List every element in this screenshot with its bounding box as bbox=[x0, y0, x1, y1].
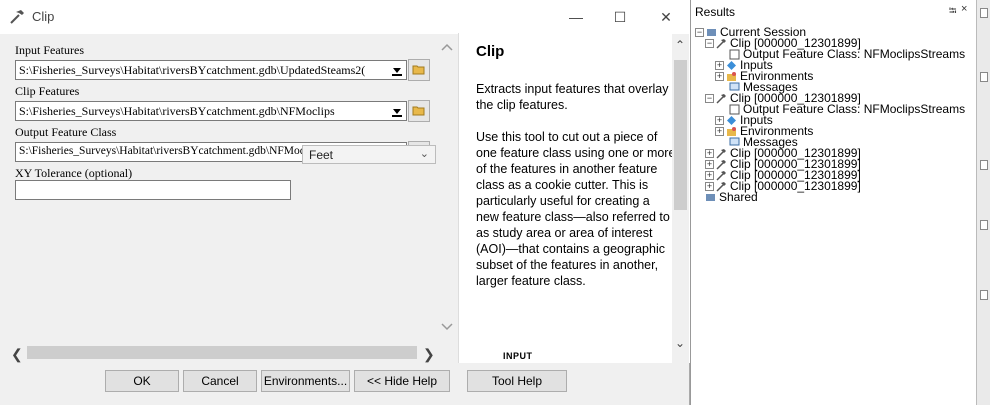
inputs-diamond-icon bbox=[727, 115, 736, 125]
xy-tolerance-input[interactable] bbox=[15, 180, 291, 200]
input-features-value: S:\Fisheries_Surveys\Habitat\riversBYcat… bbox=[19, 63, 366, 77]
clip-features-field[interactable]: S:\Fisheries_Surveys\Habitat\riversBYcat… bbox=[15, 101, 407, 121]
expand-icon[interactable]: + bbox=[715, 71, 724, 81]
chevron-down-icon: ⌄ bbox=[419, 148, 429, 160]
hammer-icon bbox=[716, 170, 726, 181]
expand-icon[interactable]: + bbox=[705, 148, 714, 158]
dropdown-arrow-icon[interactable] bbox=[390, 62, 404, 79]
tree-label: Output Feature Class: NFMoclipsStreams bbox=[743, 102, 966, 116]
hammer-icon bbox=[10, 10, 24, 24]
maximize-button[interactable]: ☐ bbox=[602, 4, 638, 30]
results-header: Results ⭾ × bbox=[691, 0, 976, 22]
clip-features-label: Clip Features bbox=[15, 84, 80, 98]
units-value: Feet bbox=[309, 148, 334, 162]
scroll-left-arrow-icon[interactable]: ❮ bbox=[11, 346, 23, 363]
collapse-icon[interactable]: − bbox=[695, 27, 704, 37]
hammer-icon bbox=[716, 159, 726, 170]
ok-button[interactable]: OK bbox=[105, 370, 179, 392]
folder-icon bbox=[412, 106, 425, 116]
input-features-label: Input Features bbox=[15, 43, 84, 57]
window-title: Clip bbox=[32, 9, 55, 24]
dropdown-arrow-icon[interactable] bbox=[390, 103, 404, 120]
side-tab-icon[interactable] bbox=[980, 220, 988, 230]
expand-icon[interactable]: + bbox=[715, 126, 724, 136]
side-tab-icon[interactable] bbox=[980, 160, 988, 170]
expand-icon[interactable]: + bbox=[715, 115, 724, 125]
collapse-icon[interactable]: − bbox=[705, 93, 714, 103]
input-features-field[interactable]: S:\Fisheries_Surveys\Habitat\riversBYcat… bbox=[15, 60, 407, 80]
help-pane: Clip Extracts input features that overla… bbox=[458, 33, 690, 363]
close-icon[interactable]: × bbox=[961, 3, 967, 15]
help-section-heading: INPUT bbox=[503, 351, 533, 361]
tree-label: Output Feature Class: NFMoclipsStreams bbox=[743, 47, 966, 61]
tool-help-button[interactable]: Tool Help bbox=[467, 370, 567, 392]
scroll-down-arrow-icon[interactable]: ⌄ bbox=[675, 336, 685, 350]
close-button[interactable]: ✕ bbox=[648, 4, 684, 30]
title-bar: Clip — ☐ ✕ bbox=[0, 0, 690, 34]
tree-label: Shared bbox=[719, 190, 758, 204]
collapse-icon[interactable]: − bbox=[705, 38, 714, 48]
browse-folder-button[interactable] bbox=[408, 100, 430, 122]
hammer-icon bbox=[716, 38, 726, 49]
scroll-up-arrow-icon[interactable] bbox=[440, 40, 454, 54]
scroll-right-arrow-icon[interactable]: ❯ bbox=[423, 346, 435, 363]
clip-dialog: Clip — ☐ ✕ Input Features S:\Fisheries_S… bbox=[0, 0, 690, 405]
environments-button[interactable]: Environments... bbox=[261, 370, 350, 392]
hammer-icon bbox=[716, 93, 726, 104]
scroll-down-arrow-icon[interactable] bbox=[440, 320, 454, 334]
horizontal-scrollbar[interactable]: ❮ ❯ bbox=[5, 344, 437, 363]
output-icon bbox=[729, 104, 740, 114]
pin-icon[interactable]: ⭾ bbox=[949, 4, 957, 21]
hammer-icon bbox=[716, 148, 726, 159]
output-icon bbox=[729, 49, 740, 59]
results-title: Results bbox=[695, 5, 736, 19]
side-tab-icon[interactable] bbox=[980, 290, 988, 300]
output-feature-class-label: Output Feature Class bbox=[15, 125, 117, 139]
environments-icon bbox=[727, 71, 736, 81]
browse-folder-button[interactable] bbox=[408, 59, 430, 81]
expand-icon[interactable]: + bbox=[705, 181, 714, 191]
session-icon bbox=[707, 28, 716, 36]
scrollbar-thumb[interactable] bbox=[27, 346, 417, 359]
help-vertical-scrollbar[interactable]: ⌃ ⌄ bbox=[672, 34, 689, 364]
tree-node-shared[interactable]: Shared bbox=[705, 191, 758, 203]
help-summary: Extracts input features that overlay the… bbox=[476, 82, 669, 112]
side-tab-icon[interactable] bbox=[980, 8, 988, 18]
units-dropdown[interactable]: Feet ⌄ bbox=[302, 145, 436, 164]
side-toolbar-strip bbox=[976, 0, 990, 405]
xy-tolerance-label: XY Tolerance (optional) bbox=[15, 166, 133, 180]
shared-icon bbox=[706, 193, 715, 201]
hide-help-button[interactable]: << Hide Help bbox=[354, 370, 450, 392]
clip-features-value: S:\Fisheries_Surveys\Habitat\riversBYcat… bbox=[19, 104, 335, 118]
help-title: Clip bbox=[476, 43, 505, 60]
parameter-pane: Input Features S:\Fisheries_Surveys\Habi… bbox=[5, 34, 460, 364]
results-panel: Results ⭾ × − Current Session − Clip [00… bbox=[690, 0, 990, 405]
cancel-button[interactable]: Cancel bbox=[183, 370, 257, 392]
scroll-up-arrow-icon[interactable]: ⌃ bbox=[675, 38, 685, 52]
help-usage: Use this tool to cut out a piece of one … bbox=[476, 130, 676, 288]
side-tab-icon[interactable] bbox=[980, 72, 988, 82]
minimize-button[interactable]: — bbox=[558, 4, 594, 30]
folder-icon bbox=[412, 65, 425, 75]
scrollbar-thumb[interactable] bbox=[674, 60, 687, 210]
expand-icon[interactable]: + bbox=[715, 60, 724, 70]
expand-icon[interactable]: + bbox=[705, 159, 714, 169]
environments-icon bbox=[727, 126, 736, 136]
inputs-diamond-icon bbox=[727, 60, 736, 70]
expand-icon[interactable]: + bbox=[705, 170, 714, 180]
